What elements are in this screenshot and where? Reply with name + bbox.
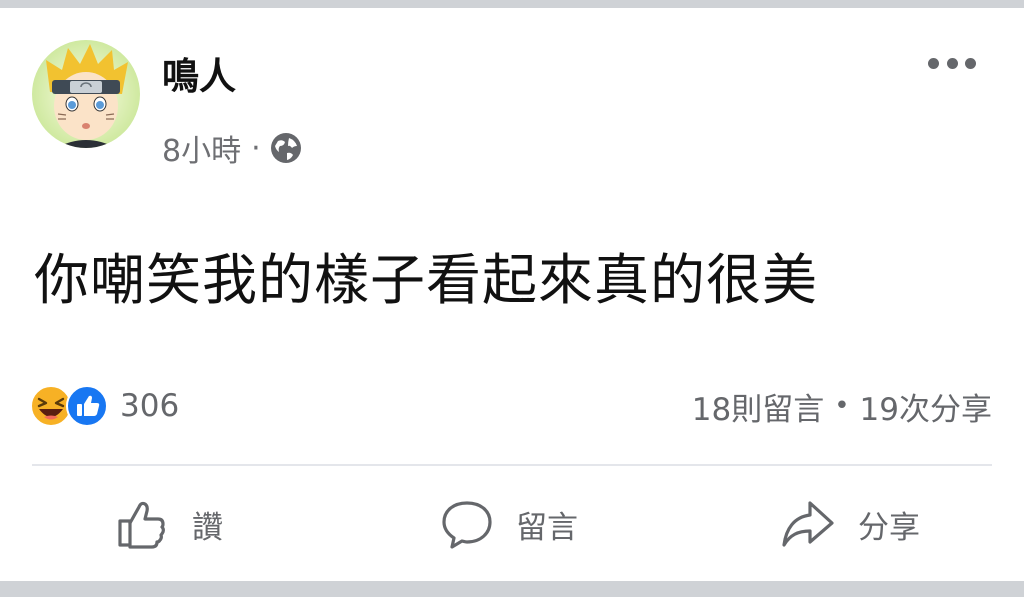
comment-button-label: 留言 xyxy=(516,509,578,546)
avatar[interactable] xyxy=(32,40,140,148)
top-separator-band xyxy=(0,0,1024,8)
post-text: 你嘲笑我的樣子看起來真的很美 xyxy=(34,248,819,312)
comment-icon xyxy=(442,501,492,549)
more-dot xyxy=(928,57,939,69)
author-name[interactable]: 鳴人 xyxy=(162,55,236,99)
post-meta: 8小時 · xyxy=(162,126,303,170)
share-button[interactable]: 分享 xyxy=(780,494,920,554)
share-button-label: 分享 xyxy=(858,509,920,546)
more-options-icon[interactable] xyxy=(928,52,976,74)
reaction-count: 306 xyxy=(120,388,180,424)
post-timestamp[interactable]: 8小時 xyxy=(162,126,241,170)
thumbs-up-icon xyxy=(118,501,165,549)
share-count[interactable]: 19次分享 xyxy=(860,384,992,429)
counts-separator: • xyxy=(834,391,850,421)
comment-count[interactable]: 18則留言 xyxy=(692,384,824,429)
like-reaction-icon xyxy=(66,385,108,427)
engagement-counts: 18則留言 • 19次分享 xyxy=(692,384,992,428)
divider xyxy=(32,464,992,466)
bottom-separator-band xyxy=(0,581,1024,597)
like-button[interactable]: 讚 xyxy=(116,494,223,554)
meta-separator: · xyxy=(251,130,261,166)
like-button-label: 讚 xyxy=(192,509,223,546)
more-dot xyxy=(946,57,958,69)
globe-icon[interactable] xyxy=(269,131,303,165)
comment-button[interactable]: 留言 xyxy=(440,494,578,554)
share-arrow-icon xyxy=(782,501,834,547)
more-dot xyxy=(965,57,976,69)
reactions-summary[interactable]: 306 xyxy=(30,384,179,428)
